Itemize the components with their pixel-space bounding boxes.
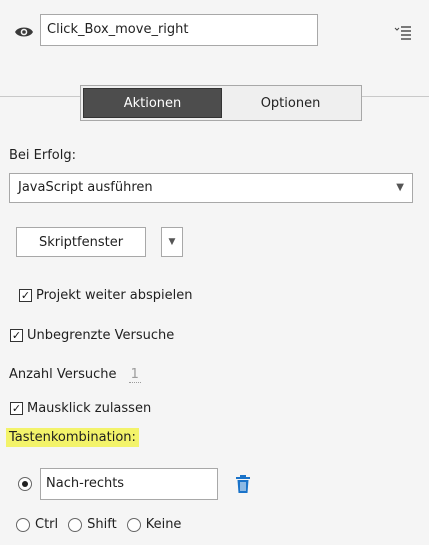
success-action-value: JavaScript ausführen	[18, 180, 153, 195]
tab-options[interactable]: Optionen	[222, 88, 359, 118]
shortcut-input[interactable]: Nach-rechts	[40, 468, 218, 500]
script-options-dropdown-button[interactable]: ▼	[161, 227, 183, 257]
unlimited-attempts-checkbox[interactable]: ✓	[10, 329, 23, 342]
tab-actions[interactable]: Aktionen	[83, 88, 222, 118]
continue-project-label: Projekt weiter abspielen	[36, 288, 193, 303]
custom-shortcut-radio[interactable]	[18, 477, 32, 491]
tab-bar: Aktionen Optionen	[80, 85, 362, 121]
chevron-down-icon: ▼	[168, 237, 176, 247]
script-window-button[interactable]: Skriptfenster	[16, 227, 146, 257]
chevron-down-icon: ▼	[396, 182, 404, 193]
modifier-none-option[interactable]: Keine	[126, 517, 182, 532]
unlimited-attempts-label: Unbegrenzte Versuche	[27, 328, 175, 343]
unlimited-attempts-option[interactable]: ✓ Unbegrenzte Versuche	[10, 328, 174, 343]
continue-project-checkbox[interactable]: ✓	[19, 289, 32, 302]
attempts-value[interactable]: 1	[128, 367, 141, 383]
modifier-none-radio[interactable]	[126, 517, 141, 532]
trash-icon[interactable]	[234, 474, 252, 494]
success-action-select[interactable]: JavaScript ausführen ▼	[9, 173, 413, 203]
shortcut-label: Tastenkombination:	[6, 428, 139, 447]
attempts-row: Anzahl Versuche 1	[9, 367, 141, 383]
on-success-label: Bei Erfolg:	[9, 148, 76, 163]
modifier-ctrl-option[interactable]: Ctrl	[16, 517, 58, 532]
modifier-shift-label: Shift	[87, 517, 117, 532]
allow-mouse-click-option[interactable]: ✓ Mausklick zulassen	[10, 401, 151, 416]
attempts-label: Anzahl Versuche	[9, 367, 117, 382]
allow-mouse-click-label: Mausklick zulassen	[27, 401, 152, 416]
eye-icon[interactable]	[14, 24, 34, 40]
modifier-ctrl-radio[interactable]	[16, 517, 30, 532]
radio-selected-dot	[22, 481, 28, 487]
modifier-shift-radio[interactable]	[68, 517, 83, 532]
allow-mouse-click-checkbox[interactable]: ✓	[10, 402, 23, 415]
modifier-ctrl-label: Ctrl	[35, 517, 59, 532]
modifier-shift-option[interactable]: Shift	[68, 517, 117, 532]
continue-project-option[interactable]: ✓ Projekt weiter abspielen	[19, 288, 193, 303]
modifier-none-label: Keine	[145, 517, 182, 532]
object-name-field[interactable]: Click_Box_move_right	[40, 14, 318, 46]
modifier-options: Ctrl Shift Keine	[16, 517, 181, 532]
panel-menu-icon[interactable]	[394, 24, 412, 40]
